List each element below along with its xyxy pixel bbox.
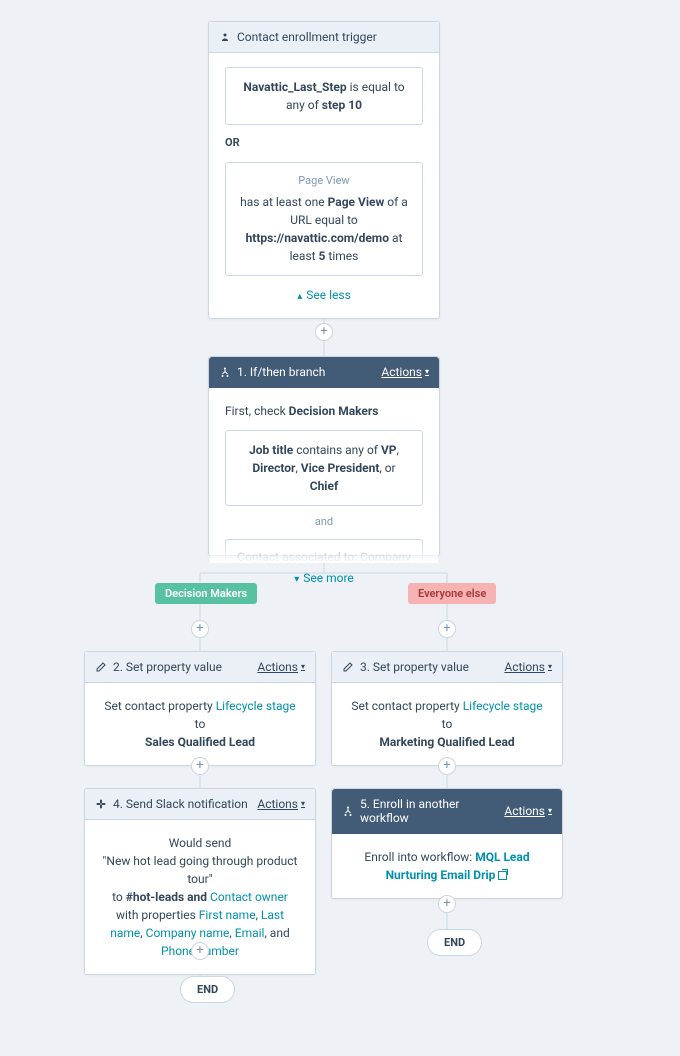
end-pill-left: END [180,976,235,1003]
caret-down-icon: ▾ [301,800,305,808]
set-property-3-card[interactable]: 3. Set property value Actions ▾ Set cont… [331,651,563,766]
branch-actions-link[interactable]: Actions ▾ [381,365,429,379]
edit-icon [342,661,354,673]
see-less-toggle[interactable]: See less [297,286,351,304]
set-property-2-card[interactable]: 2. Set property value Actions ▾ Set cont… [84,651,316,766]
first-name-link[interactable]: First name [199,908,256,922]
branch-icon [219,366,231,378]
company-name-link[interactable]: Company name [146,926,230,940]
end-pill-right: END [427,929,482,956]
lifecycle-stage-link[interactable]: Lifecycle stage [216,699,296,713]
trigger-body: Navattic_Last_Step is equal to any of st… [209,53,439,318]
caret-down-icon: ▾ [301,663,305,671]
workflow-canvas: Contact enrollment trigger Navattic_Last… [0,0,680,1056]
add-step-button[interactable]: + [438,620,456,638]
trigger-header: Contact enrollment trigger [209,22,439,53]
contact-icon [219,31,231,43]
caret-down-icon: ▾ [548,807,552,815]
enroll-card[interactable]: 5. Enroll in another workflow Actions ▾ … [331,788,563,899]
branch-label-everyone-else[interactable]: Everyone else [408,583,496,604]
add-step-button[interactable]: + [191,942,209,960]
branch-criteria-1[interactable]: Job title contains any of VP, Director, … [225,430,423,506]
add-step-button[interactable]: + [438,895,456,913]
set3-header: 3. Set property value Actions ▾ [332,652,562,683]
branch-label-decision-makers[interactable]: Decision Makers [155,583,257,604]
set2-header: 2. Set property value Actions ▾ [85,652,315,683]
set3-actions-link[interactable]: Actions ▾ [504,660,552,674]
set2-actions-link[interactable]: Actions ▾ [257,660,305,674]
enroll-title: 5. Enroll in another workflow [360,797,498,825]
slack-title: 4. Send Slack notification [113,797,248,811]
add-step-button[interactable]: + [191,757,209,775]
trigger-title: Contact enrollment trigger [237,30,377,44]
branch-card[interactable]: 1. If/then branch Actions ▾ First, check… [208,356,440,556]
set2-body: Set contact property Lifecycle stage to … [85,683,315,765]
enroll-actions-link[interactable]: Actions ▾ [504,804,552,818]
branch-body: First, check Decision Makers Job title c… [209,388,439,597]
trigger-criteria-1[interactable]: Navattic_Last_Step is equal to any of st… [225,67,423,125]
branch-criteria-2[interactable]: Contact associated to: Company [225,539,423,563]
slack-actions-link[interactable]: Actions ▾ [257,797,305,811]
and-label: and [225,514,423,531]
or-label: OR [225,135,423,152]
enroll-header: 5. Enroll in another workflow Actions ▾ [332,789,562,834]
edit-icon [95,661,107,673]
branch-header: 1. If/then branch Actions ▾ [209,357,439,388]
set3-title: 3. Set property value [360,660,469,674]
slack-header: 4. Send Slack notification Actions ▾ [85,789,315,820]
first-check-line: First, check Decision Makers [225,402,423,420]
slack-icon [95,798,107,810]
set2-title: 2. Set property value [113,660,222,674]
add-step-button[interactable]: + [438,757,456,775]
external-link-icon [498,869,508,879]
chevron-down-icon [294,569,299,587]
see-more-toggle[interactable]: See more [294,569,354,587]
caret-down-icon: ▾ [425,368,429,376]
trigger-card[interactable]: Contact enrollment trigger Navattic_Last… [208,21,440,319]
trigger-criteria-2[interactable]: Page View has at least one Page View of … [225,162,423,277]
contact-owner-link[interactable]: Contact owner [210,890,288,904]
email-link[interactable]: Email [235,926,265,940]
page-view-sub: Page View [240,173,408,190]
caret-down-icon: ▾ [548,663,552,671]
enroll-body: Enroll into workflow: MQL Lead Nurturing… [332,834,562,898]
chevron-up-icon [297,286,302,304]
set3-body: Set contact property Lifecycle stage to … [332,683,562,765]
branch-title: 1. If/then branch [237,365,325,379]
workflow-icon [342,805,354,817]
add-step-button[interactable]: + [191,620,209,638]
add-step-button[interactable]: + [315,323,333,341]
lifecycle-stage-link[interactable]: Lifecycle stage [463,699,543,713]
